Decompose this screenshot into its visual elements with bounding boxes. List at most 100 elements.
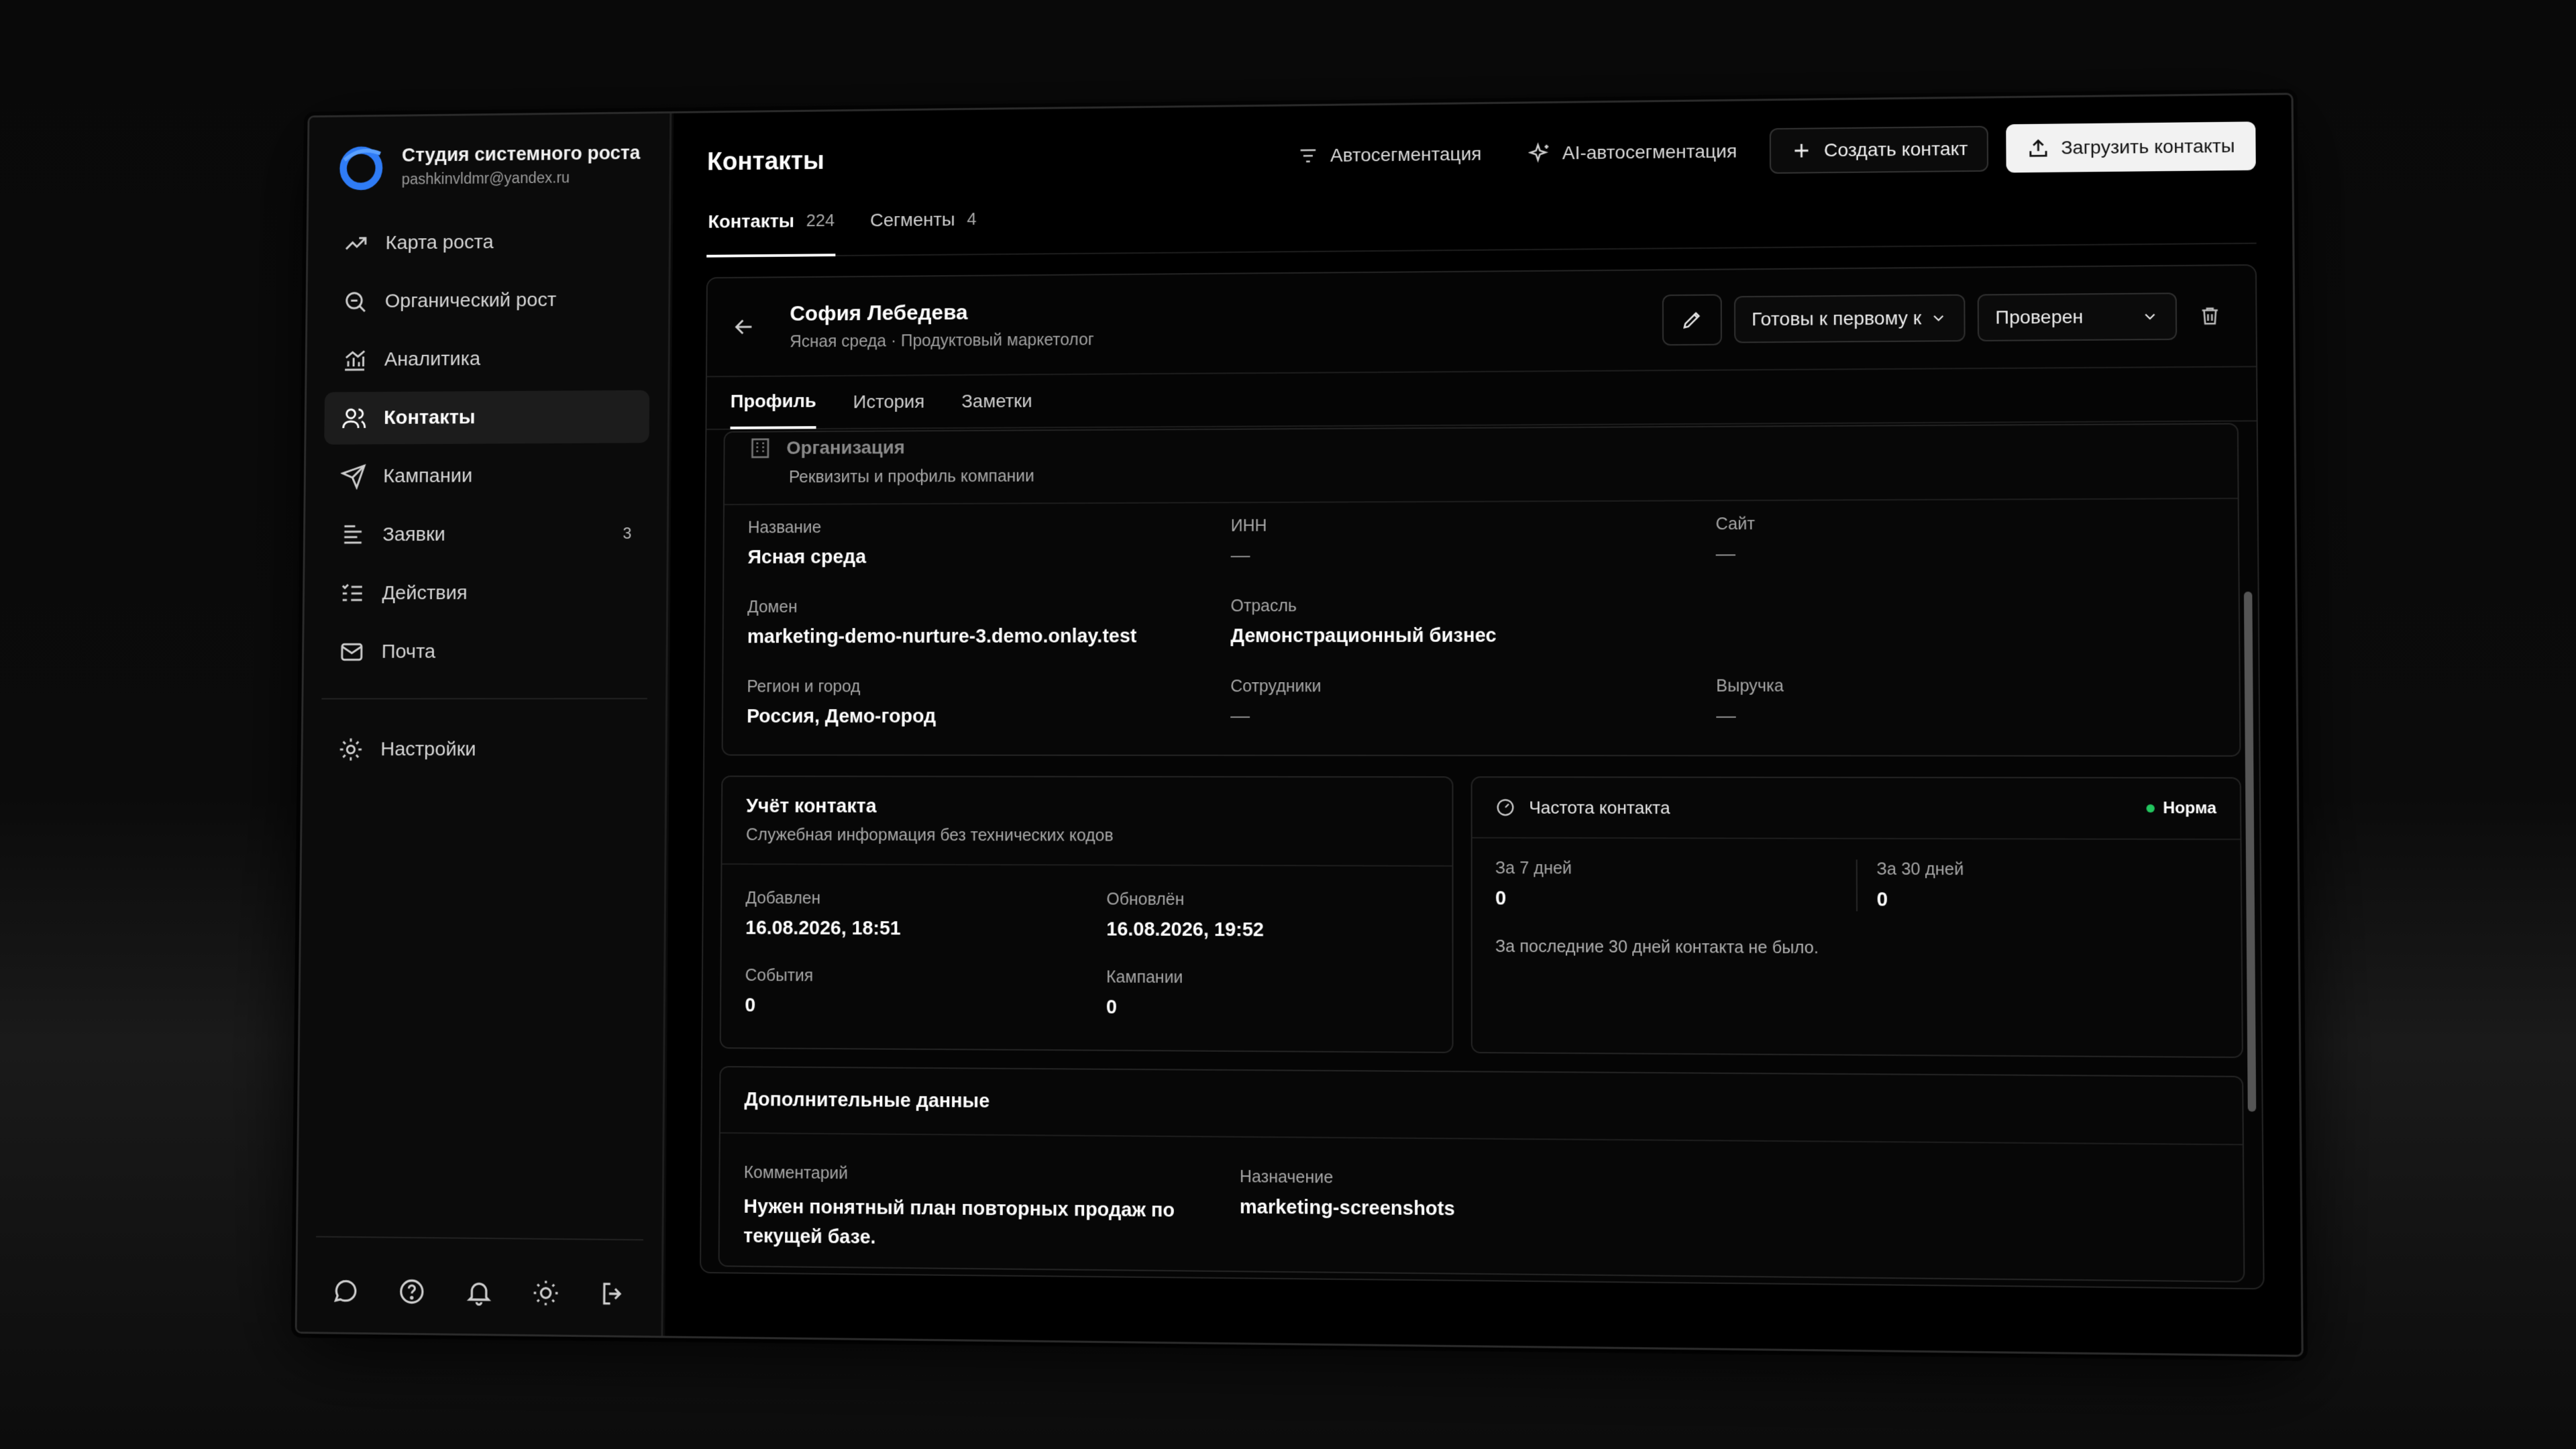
sidebar-item-actions[interactable]: Действия — [323, 566, 649, 620]
subtab-notes[interactable]: Заметки — [961, 374, 1032, 428]
status-select[interactable]: Проверен — [1977, 292, 2178, 341]
extra-data-title: Дополнительные данные — [744, 1089, 990, 1112]
app-window: Студия системного роста pashkinvldmr@yan… — [294, 93, 2304, 1357]
upload-contacts-button[interactable]: Загрузить контакты — [2006, 121, 2256, 173]
gear-icon — [337, 737, 364, 763]
account-fields: Добавлен 16.08.2026, 18:51 Обновлён 16.0… — [721, 865, 1452, 1021]
sidebar-item-label: Настройки — [380, 738, 476, 761]
subtab-profile[interactable]: Профиль — [730, 376, 817, 429]
stage-select[interactable]: Готовы к первому к — [1733, 294, 1966, 343]
sidebar-item-label: Кампании — [383, 464, 473, 487]
send-icon — [341, 464, 367, 490]
contact-name: София Лебедева — [790, 300, 968, 325]
trash-icon — [2198, 305, 2222, 328]
tab-label: Сегменты — [869, 209, 955, 231]
filter-icon — [1297, 144, 1320, 167]
tab-count: 224 — [806, 210, 835, 231]
account-title: Учёт контакта — [746, 795, 877, 817]
main-content: Контакты Автосегментация AI-автосегмента… — [665, 95, 2302, 1355]
tab-segments[interactable]: Сегменты 4 — [869, 209, 978, 256]
sidebar-item-campaigns[interactable]: Кампании — [323, 449, 649, 503]
field-company-name: Название Ясная среда — [747, 518, 867, 568]
field-updated: Обновлён 16.08.2026, 19:52 — [1106, 890, 1265, 941]
sidebar-item-analytics[interactable]: Аналитика — [325, 331, 650, 386]
autosegmentation-label: Автосегментация — [1330, 143, 1482, 166]
ai-autosegmentation-button[interactable]: AI-автосегментация — [1514, 128, 1752, 176]
sidebar: Студия системного роста pashkinvldmr@yan… — [297, 113, 672, 1336]
org-email: pashkinvldmr@yandex.ru — [401, 168, 570, 188]
chart-icon — [341, 347, 368, 373]
tab-contacts[interactable]: Контакты 224 — [706, 210, 837, 258]
organization-fields: Название Ясная среда ИНН — Сайт — Домен … — [723, 499, 2239, 728]
checklist-icon — [339, 580, 366, 606]
subtab-history[interactable]: История — [853, 375, 925, 429]
sidebar-footer — [315, 1236, 643, 1313]
frequency-status-badge: Норма — [2146, 799, 2216, 818]
page-title: Контакты — [707, 146, 824, 176]
sidebar-item-mail[interactable]: Почта — [322, 625, 648, 678]
upload-contacts-label: Загрузить контакты — [2061, 135, 2235, 158]
field-domain: Домен marketing-demo-nurture-3.demo.onla… — [747, 597, 1137, 648]
contact-subtitle: Ясная среда · Продуктовый маркетолог — [790, 330, 1094, 352]
delete-button[interactable] — [2189, 296, 2231, 337]
help-icon[interactable] — [398, 1277, 427, 1306]
chevron-down-icon — [1929, 309, 1947, 327]
search-icon — [342, 288, 368, 315]
extra-data-header: Дополнительные данные — [720, 1067, 2243, 1146]
org-switcher[interactable]: Студия системного роста pashkinvldmr@yan… — [327, 140, 651, 191]
pencil-icon — [1680, 309, 1703, 331]
sidebar-item-label: Заявки — [382, 523, 446, 545]
extra-data-fields: Комментарий Нужен понятный план повторны… — [720, 1134, 2243, 1266]
frequency-title: Частота контакта — [1529, 797, 1670, 818]
contact-subtabs: Профиль История Заметки — [706, 367, 2257, 431]
contact-detail-panel: София Лебедева Ясная среда · Продуктовый… — [700, 264, 2265, 1290]
field-empty — [1716, 594, 2214, 647]
extra-data-card: Дополнительные данные Комментарий Нужен … — [718, 1066, 2245, 1283]
organization-card: Организация Реквизиты и профиль компании… — [721, 423, 2241, 757]
field-employees: Сотрудники — — [1230, 677, 1322, 727]
plus-icon — [1790, 139, 1813, 162]
sidebar-item-label: Контакты — [383, 406, 476, 429]
status-dot — [2146, 804, 2155, 813]
create-contact-button[interactable]: Создать контакт — [1769, 125, 1989, 174]
sidebar-item-growth-map[interactable]: Карта роста — [326, 215, 651, 270]
trend-up-icon — [343, 230, 369, 256]
logout-icon[interactable] — [598, 1279, 627, 1308]
field-purpose: Назначение marketing-screenshots — [1239, 1167, 1455, 1220]
sidebar-item-label: Аналитика — [384, 347, 481, 370]
sidebar-item-settings[interactable]: Настройки — [321, 723, 647, 776]
field-region: Регион и город Россия, Демо-город — [747, 677, 936, 727]
sidebar-item-contacts[interactable]: Контакты — [324, 390, 650, 445]
stage-select-value: Готовы к первому к — [1752, 307, 1922, 330]
sidebar-item-label: Почта — [381, 641, 436, 663]
create-contact-label: Создать контакт — [1823, 138, 1968, 161]
arrow-left-icon[interactable] — [731, 314, 757, 341]
field-added: Добавлен 16.08.2026, 18:51 — [745, 888, 901, 940]
frequency-status-label: Норма — [2163, 798, 2216, 818]
chat-icon[interactable] — [331, 1276, 360, 1305]
org-logo-icon — [337, 143, 385, 192]
field-campaigns: Кампании 0 — [1106, 967, 1183, 1018]
frequency-card-header: Частота контакта Норма — [1472, 777, 2241, 841]
sidebar-item-organic[interactable]: Органический рост — [325, 273, 650, 328]
stat-30-days: За 30 дней 0 — [1856, 859, 2218, 913]
sidebar-item-label: Карта роста — [385, 231, 494, 254]
frequency-card: Частота контакта Норма За 7 дней 0 За 30… — [1470, 776, 2243, 1059]
stat-7-days: За 7 дней 0 — [1495, 859, 1572, 910]
frequency-note: За последние 30 дней контакта не было. — [1495, 936, 1819, 958]
autosegmentation-button[interactable]: Автосегментация — [1282, 131, 1496, 179]
organization-card-header: Организация Реквизиты и профиль компании — [724, 424, 2238, 506]
tab-count: 4 — [967, 209, 977, 229]
sun-icon[interactable] — [531, 1278, 560, 1307]
bell-icon[interactable] — [464, 1277, 493, 1307]
users-icon — [341, 405, 367, 431]
account-card: Учёт контакта Служебная информация без т… — [719, 775, 1454, 1053]
sidebar-divider — [321, 698, 647, 700]
organization-subtitle: Реквизиты и профиль компании — [788, 466, 1034, 487]
field-revenue: Выручка — — [1716, 676, 1784, 728]
frequency-stats: За 7 дней 0 За 30 дней 0 — [1472, 839, 2241, 913]
sidebar-item-requests[interactable]: Заявки 3 — [323, 508, 648, 561]
edit-button[interactable] — [1662, 294, 1722, 346]
contact-header: София Лебедева Ясная среда · Продуктовый… — [706, 265, 2256, 378]
field-industry: Отрасль Демонстрационный бизнес — [1230, 596, 1497, 647]
